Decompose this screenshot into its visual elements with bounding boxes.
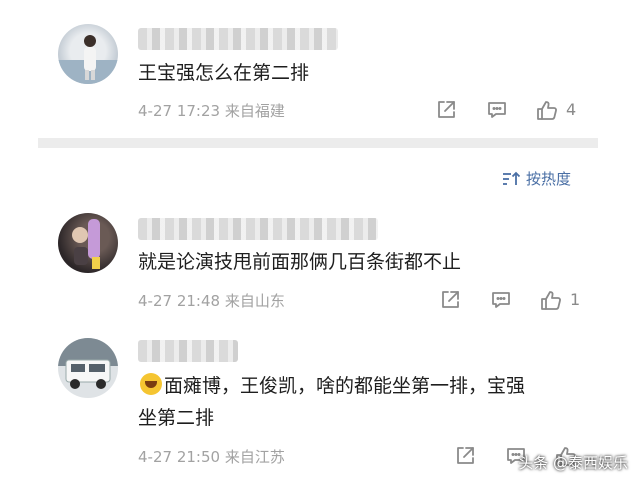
comment-text: 王宝强怎么在第二排 <box>138 62 310 84</box>
avatar[interactable] <box>58 24 118 84</box>
reply-button[interactable] <box>484 98 510 122</box>
like-count: 4 <box>566 100 577 119</box>
username-blurred[interactable] <box>138 340 238 362</box>
avatar[interactable] <box>58 213 118 273</box>
section-divider <box>38 138 598 148</box>
share-icon <box>438 101 455 118</box>
comment-meta: 4-27 17:23 来自福建 <box>138 100 285 121</box>
share-button[interactable] <box>433 98 459 122</box>
comment-text: 面瘫博，王俊凯，啥的都能坐第一排，宝强 <box>164 375 526 397</box>
watermark: 头条 @泰西娱乐 <box>518 454 628 472</box>
comment-location: 来自山东 <box>224 292 285 310</box>
thumbs-up-icon <box>537 101 557 120</box>
sort-by-hot-button[interactable]: 按热度 <box>502 168 571 189</box>
comment-date: 4-27 <box>138 448 173 466</box>
comment-icon <box>492 292 510 308</box>
comment-location: 来自福建 <box>224 102 285 120</box>
comment-text: 就是论演技甩前面那俩几百条街都不止 <box>138 251 462 273</box>
comment-meta: 4-27 21:50 来自江苏 <box>138 446 285 467</box>
comment-text-line2: 坐第二排 <box>138 407 215 429</box>
share-button[interactable] <box>437 288 463 312</box>
comment-time: 21:48 <box>176 292 221 310</box>
like-button[interactable] <box>538 288 564 312</box>
username-blurred[interactable] <box>138 218 378 240</box>
comment-icon <box>488 102 506 118</box>
reply-button[interactable] <box>488 288 514 312</box>
comment-date: 4-27 <box>138 292 173 310</box>
share-icon <box>457 447 474 464</box>
sort-icon <box>503 171 520 185</box>
share-icon <box>442 291 459 308</box>
comment-location: 来自江苏 <box>224 448 285 466</box>
laughing-emoji-icon <box>140 373 162 395</box>
sort-label: 按热度 <box>526 170 572 188</box>
comment-text-line1: 面瘫博，王俊凯，啥的都能坐第一排，宝强 <box>140 370 525 402</box>
comment-meta: 4-27 21:48 来自山东 <box>138 290 285 311</box>
avatar[interactable] <box>58 338 118 398</box>
thumbs-up-icon <box>541 291 561 310</box>
comment-time: 21:50 <box>176 448 221 466</box>
username-blurred[interactable] <box>138 28 338 50</box>
like-button[interactable] <box>534 98 560 122</box>
comment-time: 17:23 <box>176 102 221 120</box>
like-count: 1 <box>570 290 581 309</box>
share-button[interactable] <box>452 444 478 468</box>
comment-date: 4-27 <box>138 102 173 120</box>
